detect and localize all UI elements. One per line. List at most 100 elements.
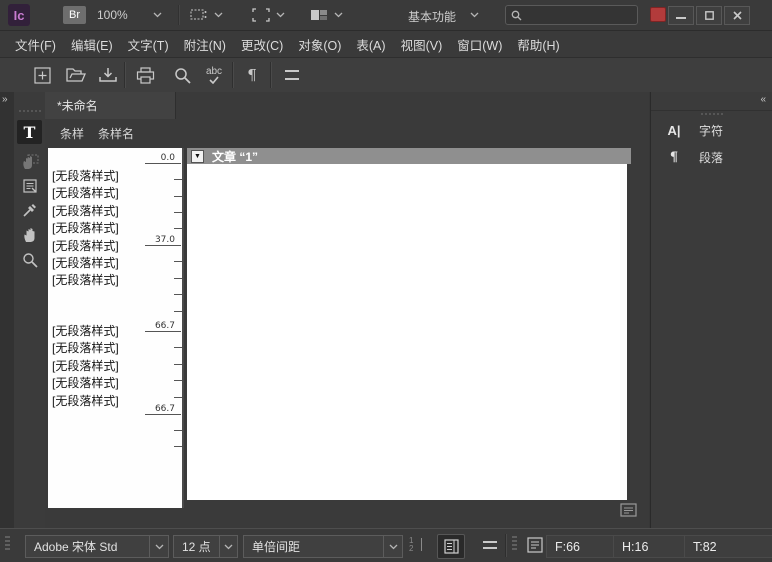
info-column-toggle[interactable]: [437, 534, 465, 559]
maximize-button[interactable]: [696, 6, 722, 25]
paragraph-style-entry[interactable]: [无段落样式]: [52, 238, 150, 255]
paragraph-style-entry[interactable]: [无段落样式]: [52, 358, 150, 375]
font-size-select[interactable]: 12 点: [173, 535, 238, 558]
zoom-tool[interactable]: [17, 248, 42, 272]
arrange-documents-dropdown[interactable]: [334, 12, 343, 18]
document-tab-title: *未命名: [57, 97, 98, 114]
show-hidden-characters-button[interactable]: ¶: [240, 64, 264, 86]
zoom-level-dropdown[interactable]: [153, 12, 162, 18]
ruler-tick: [174, 311, 182, 312]
leading-select[interactable]: 单倍间距: [243, 535, 403, 558]
right-dock: « A| 字符 ¶ 段落: [650, 92, 772, 528]
paragraph-style-entry[interactable]: [无段落样式]: [52, 323, 150, 340]
application-toolbar: abc ¶: [0, 58, 772, 93]
ruler-label: 37.0: [145, 235, 181, 246]
note-tool[interactable]: [17, 174, 42, 198]
workspace-dropdown[interactable]: [470, 12, 479, 18]
paragraph-style-entry[interactable]: [无段落样式]: [52, 185, 150, 202]
toolbar-separator: [124, 62, 126, 88]
search-icon: [511, 10, 522, 21]
zoom-level-value: 100%: [97, 8, 128, 22]
paragraph-panel-button[interactable]: ¶ 段落: [651, 146, 772, 168]
paragraph-style-entry[interactable]: [无段落样式]: [52, 375, 150, 392]
ruler-tick: [174, 278, 182, 279]
menu-item[interactable]: 对象(O): [297, 33, 342, 56]
pilcrow-icon: ¶: [247, 66, 257, 84]
tools-panel: T: [14, 92, 45, 528]
ruler-tick: [174, 380, 182, 381]
view-tab-galley[interactable]: 条样: [60, 125, 84, 142]
menu-item[interactable]: 更改(C): [240, 33, 284, 56]
statusbar-grip[interactable]: [5, 536, 10, 550]
bridge-button[interactable]: Br: [63, 6, 86, 24]
minimize-button[interactable]: [668, 6, 694, 25]
print-button[interactable]: [133, 64, 157, 86]
paragraph-style-entry[interactable]: [无段落样式]: [52, 220, 150, 237]
toolbar-menu-button[interactable]: [280, 64, 304, 86]
ruler-tick: [174, 228, 182, 229]
story-text-area[interactable]: [187, 164, 627, 500]
position-tool[interactable]: [17, 150, 42, 174]
menu-item[interactable]: 窗口(W): [456, 33, 503, 56]
character-panel-button[interactable]: A| 字符: [651, 119, 772, 141]
workspace-switcher[interactable]: 基本功能: [408, 8, 456, 25]
type-tool[interactable]: T: [17, 120, 42, 144]
titlebar-separator: [178, 5, 180, 25]
screen-mode-icon[interactable]: [252, 8, 270, 22]
incopy-window: { "window": { "logo": "Ic", "bridge_butt…: [0, 0, 772, 561]
paragraph-style-entry[interactable]: [无段落样式]: [52, 203, 150, 220]
character-panel-label: 字符: [699, 122, 723, 139]
view-tab-secondary[interactable]: 条样名: [98, 125, 134, 142]
font-size-value: 12 点: [174, 536, 219, 557]
font-family-select[interactable]: Adobe 宋体 Std: [25, 535, 169, 558]
open-button[interactable]: [64, 64, 88, 86]
arrange-documents-icon[interactable]: [310, 8, 328, 22]
ruler-tick: [174, 347, 182, 348]
view-tab-bar: 条样 条样名: [45, 119, 664, 147]
ruler-tick: [174, 294, 182, 295]
menu-item[interactable]: 帮助(H): [516, 33, 560, 56]
save-button[interactable]: [96, 64, 120, 86]
menu-item[interactable]: 附注(N): [183, 33, 227, 56]
paragraph-style-list-1: [无段落样式][无段落样式][无段落样式][无段落样式][无段落样式][无段落样…: [52, 168, 150, 290]
ruler-tick: [174, 212, 182, 213]
statusbar-grip[interactable]: [512, 536, 517, 550]
menu-item[interactable]: 表(A): [355, 33, 386, 56]
story-jump-button[interactable]: [620, 503, 637, 517]
statusbar-menu-button[interactable]: [483, 541, 497, 549]
paragraph-style-entry[interactable]: [无段落样式]: [52, 168, 150, 185]
search-input[interactable]: [505, 5, 638, 25]
ruler-label: 66.7: [145, 404, 181, 415]
tools-panel-grip[interactable]: [14, 110, 45, 112]
story-title: 文章 “1”: [212, 148, 258, 165]
line-numbers-toggle[interactable]: 1 2: [408, 537, 422, 553]
view-options-dropdown[interactable]: [214, 12, 223, 18]
expand-left-dock-button[interactable]: »: [2, 94, 7, 105]
hand-icon: [22, 226, 38, 243]
spell-check-button[interactable]: abc: [202, 64, 226, 86]
menu-item[interactable]: 视图(V): [400, 33, 444, 56]
menu-item[interactable]: 编辑(E): [70, 33, 114, 56]
chevron-down-icon: [383, 536, 402, 557]
record-indicator: [650, 7, 666, 22]
story-collapse-button[interactable]: ▼: [191, 150, 204, 163]
view-options-icon[interactable]: [190, 8, 208, 22]
menu-bar: 文件(F) 编辑(E) 文字(T) 附注(N) 更改(C) 对象(O) 表(A) 视图(V) 窗…: [0, 31, 772, 58]
close-button[interactable]: [724, 6, 750, 25]
paragraph-style-entry[interactable]: [无段落样式]: [52, 340, 150, 357]
paragraph-style-entry[interactable]: [无段落样式]: [52, 272, 150, 289]
collapse-right-dock-button[interactable]: «: [760, 94, 765, 105]
right-dock-grip[interactable]: [691, 113, 733, 115]
paragraph-style-entry[interactable]: [无段落样式]: [52, 393, 150, 410]
menu-item[interactable]: 文件(F): [14, 33, 57, 56]
eyedropper-tool[interactable]: [17, 198, 42, 222]
zoom-tool-button[interactable]: [170, 64, 194, 86]
counter-t: T:82: [684, 535, 772, 558]
screen-mode-dropdown[interactable]: [276, 12, 285, 18]
document-tab[interactable]: *未命名: [45, 92, 176, 119]
paragraph-panel-icon: ¶: [663, 150, 685, 165]
menu-item[interactable]: 文字(T): [127, 33, 170, 56]
hand-tool[interactable]: [17, 222, 42, 246]
new-document-button[interactable]: [30, 64, 54, 86]
paragraph-style-entry[interactable]: [无段落样式]: [52, 255, 150, 272]
